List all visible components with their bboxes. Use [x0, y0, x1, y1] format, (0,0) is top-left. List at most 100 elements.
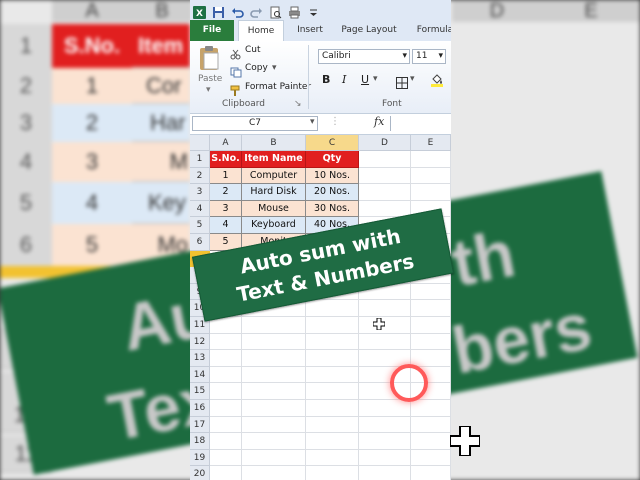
- paste-dropdown-icon[interactable]: ▾: [206, 85, 211, 95]
- column-header-d[interactable]: D: [359, 135, 411, 151]
- empty-cell[interactable]: [242, 350, 306, 367]
- empty-cell[interactable]: [359, 416, 411, 434]
- copy-dropdown-icon[interactable]: ▾: [272, 63, 277, 73]
- row-header[interactable]: 3: [190, 184, 210, 201]
- empty-cell[interactable]: [210, 466, 242, 480]
- empty-cell[interactable]: [210, 383, 242, 400]
- empty-cell[interactable]: [359, 400, 411, 417]
- empty-cell[interactable]: [242, 400, 306, 417]
- font-size-select[interactable]: 11 ▾: [412, 49, 446, 64]
- empty-cell[interactable]: [359, 449, 411, 467]
- copy-button[interactable]: Copy: [245, 63, 268, 73]
- tab-formulas[interactable]: Formula: [410, 20, 451, 41]
- empty-cell[interactable]: [306, 333, 359, 351]
- bold-button[interactable]: B: [322, 73, 330, 86]
- row-header[interactable]: 2: [190, 167, 210, 185]
- clipboard-launcher-icon[interactable]: ↘: [294, 99, 302, 109]
- empty-cell[interactable]: [242, 433, 306, 450]
- empty-cell[interactable]: [359, 167, 411, 185]
- empty-cell[interactable]: [210, 433, 242, 450]
- empty-cell[interactable]: [242, 383, 306, 400]
- row-header[interactable]: 15: [190, 383, 210, 400]
- print-preview-icon[interactable]: [269, 4, 282, 18]
- formula-input[interactable]: [390, 116, 451, 131]
- empty-cell[interactable]: [411, 466, 451, 480]
- select-all-corner[interactable]: [190, 135, 210, 151]
- empty-cell[interactable]: [210, 350, 242, 367]
- table-cell[interactable]: Computer: [242, 167, 306, 185]
- empty-cell[interactable]: [359, 317, 411, 334]
- table-cell[interactable]: 30 Nos.: [306, 200, 359, 218]
- empty-cell[interactable]: [306, 300, 359, 317]
- row-header[interactable]: 4: [190, 200, 210, 218]
- table-cell[interactable]: Hard Disk: [242, 184, 306, 201]
- fill-color-icon[interactable]: [430, 72, 444, 91]
- empty-cell[interactable]: [411, 167, 451, 185]
- empty-cell[interactable]: [210, 416, 242, 434]
- row-header[interactable]: 19: [190, 449, 210, 467]
- empty-cell[interactable]: [359, 466, 411, 480]
- empty-cell[interactable]: [359, 300, 411, 317]
- format-painter-button[interactable]: Format Painter: [245, 82, 311, 92]
- table-cell[interactable]: 3: [210, 200, 242, 218]
- empty-cell[interactable]: [359, 433, 411, 450]
- empty-cell[interactable]: [306, 433, 359, 450]
- empty-cell[interactable]: [411, 283, 451, 301]
- row-header[interactable]: 20: [190, 466, 210, 480]
- row-header[interactable]: 17: [190, 416, 210, 434]
- table-cell[interactable]: 2: [210, 184, 242, 201]
- tab-file[interactable]: File: [190, 20, 234, 41]
- table-cell[interactable]: Keyboard: [242, 217, 306, 234]
- empty-cell[interactable]: [242, 449, 306, 467]
- empty-cell[interactable]: [411, 333, 451, 351]
- column-header-e[interactable]: E: [411, 135, 451, 151]
- empty-cell[interactable]: [306, 366, 359, 384]
- name-box-dropdown-icon[interactable]: ▾: [310, 117, 315, 127]
- underline-button[interactable]: U: [361, 73, 369, 86]
- cell-b1[interactable]: Item Name: [242, 151, 306, 168]
- paste-icon[interactable]: [198, 45, 222, 73]
- empty-cell[interactable]: [242, 333, 306, 351]
- table-cell[interactable]: 4: [210, 217, 242, 234]
- empty-cell[interactable]: [210, 366, 242, 384]
- cell-a1[interactable]: S.No.: [210, 151, 242, 168]
- row-header[interactable]: 16: [190, 400, 210, 417]
- empty-cell[interactable]: [242, 366, 306, 384]
- empty-cell[interactable]: [359, 333, 411, 351]
- empty-cell[interactable]: [411, 300, 451, 317]
- row-header[interactable]: 6: [190, 234, 210, 251]
- empty-cell[interactable]: [306, 466, 359, 480]
- paste-button[interactable]: Paste: [198, 74, 222, 84]
- quick-print-icon[interactable]: [288, 4, 301, 18]
- empty-cell[interactable]: [210, 449, 242, 467]
- table-cell[interactable]: 1: [210, 167, 242, 185]
- row-header[interactable]: 14: [190, 366, 210, 384]
- redo-icon[interactable]: [250, 4, 263, 18]
- borders-dropdown-icon[interactable]: ▾: [410, 74, 415, 84]
- font-name-select[interactable]: Calibri ▾: [318, 49, 410, 64]
- column-header-a[interactable]: A: [210, 135, 242, 151]
- empty-cell[interactable]: [411, 317, 451, 334]
- empty-cell[interactable]: [411, 416, 451, 434]
- empty-cell[interactable]: [411, 184, 451, 201]
- row-header[interactable]: 13: [190, 350, 210, 367]
- empty-cell[interactable]: [306, 449, 359, 467]
- insert-function-button[interactable]: fx: [374, 115, 384, 128]
- empty-cell[interactable]: [411, 449, 451, 467]
- undo-icon[interactable]: [231, 4, 244, 18]
- save-icon[interactable]: [212, 4, 225, 18]
- row-header[interactable]: 5: [190, 217, 210, 234]
- empty-cell[interactable]: [411, 433, 451, 450]
- row-header[interactable]: 12: [190, 333, 210, 351]
- empty-cell[interactable]: [306, 317, 359, 334]
- borders-icon[interactable]: [396, 74, 408, 93]
- empty-cell[interactable]: [242, 317, 306, 334]
- tab-home[interactable]: Home: [238, 20, 284, 41]
- italic-button[interactable]: I: [342, 73, 346, 86]
- column-header-c[interactable]: C: [306, 135, 359, 151]
- table-cell[interactable]: Mouse: [242, 200, 306, 218]
- empty-cell[interactable]: [306, 350, 359, 367]
- tab-insert[interactable]: Insert: [288, 20, 332, 41]
- empty-cell[interactable]: [306, 400, 359, 417]
- column-header-b[interactable]: B: [242, 135, 306, 151]
